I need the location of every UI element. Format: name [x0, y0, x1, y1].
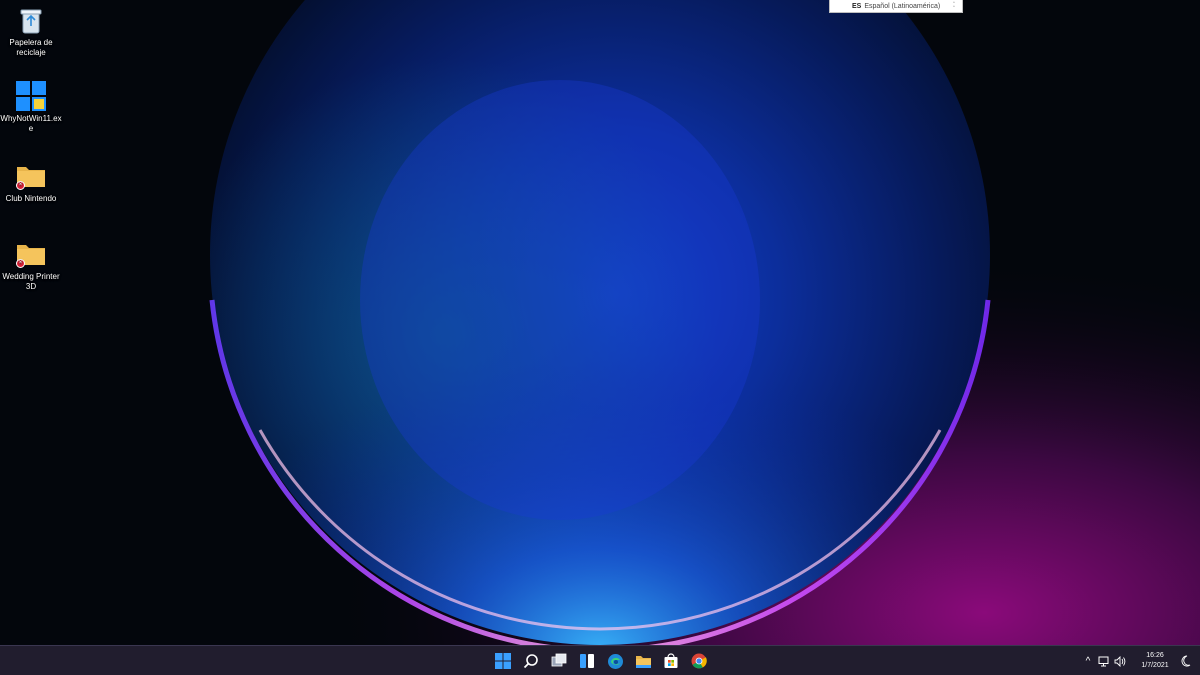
error-badge-icon: × — [16, 181, 25, 190]
clock-time: 16:26 — [1146, 652, 1164, 659]
volume-button[interactable] — [1113, 654, 1127, 668]
store-icon — [664, 653, 678, 668]
edge-button[interactable] — [604, 650, 626, 672]
language-name: Español (Latinoamérica) — [864, 2, 941, 10]
file-explorer-icon — [635, 655, 651, 668]
store-button[interactable] — [660, 650, 682, 672]
start-button[interactable] — [492, 650, 514, 672]
desktop-icon-label: Wedding Printer 3D — [2, 272, 60, 291]
task-view-button[interactable] — [548, 650, 570, 672]
folder-icon: × — [14, 160, 48, 192]
notifications-button[interactable] — [1178, 654, 1192, 668]
volume-icon — [1114, 655, 1126, 667]
recycle-bin-icon — [14, 4, 48, 36]
tray-overflow-button[interactable]: ^ — [1081, 654, 1095, 668]
language-bar[interactable]: ES Español (Latinoamérica) ▫ ▫ — [829, 0, 963, 13]
task-view-icon — [551, 653, 567, 667]
clock[interactable]: 16:26 1/7/2021 — [1134, 651, 1176, 671]
widgets-icon — [580, 654, 594, 668]
network-icon — [1098, 656, 1109, 666]
start-icon — [495, 653, 511, 669]
wallpaper — [0, 0, 1200, 645]
network-button[interactable] — [1097, 654, 1111, 668]
desktop-icon-label: Papelera de reciclaje — [9, 38, 53, 57]
chevron-up-icon: ^ — [1085, 655, 1091, 667]
folder-icon: × — [14, 238, 48, 270]
desktop-icon-recycle-bin[interactable]: Papelera de reciclaje — [0, 4, 62, 58]
clock-date: 1/7/2021 — [1141, 662, 1169, 669]
desktop-icon-wedding-printer[interactable]: × Wedding Printer 3D — [0, 238, 62, 292]
system-tray: ^ 16:26 1/7/2021 — [1080, 646, 1200, 675]
search-button[interactable] — [520, 650, 542, 672]
desktop-icon-whynotwin11[interactable]: WhyNotWin11.exe — [0, 80, 62, 134]
language-code: ES — [852, 2, 862, 10]
desktop: Papelera de reciclaje WhyNotWin11.exe × … — [0, 0, 1200, 675]
taskbar-apps — [492, 650, 710, 672]
desktop-icon-club-nintendo[interactable]: × Club Nintendo — [0, 160, 62, 204]
desktop-icon-label: Club Nintendo — [5, 194, 57, 203]
desktop-icon-label: WhyNotWin11.exe — [0, 114, 62, 133]
edge-icon — [607, 653, 623, 669]
file-explorer-button[interactable] — [632, 650, 654, 672]
chrome-button[interactable] — [688, 650, 710, 672]
chrome-icon — [691, 653, 707, 669]
restore-icon[interactable]: ▫ ▫ — [953, 1, 959, 10]
search-icon — [523, 654, 538, 669]
moon-icon — [1181, 655, 1190, 667]
windows-logo-icon — [14, 80, 48, 112]
taskbar: ^ 16:26 1/7/2021 — [0, 645, 1200, 675]
widgets-button[interactable] — [576, 650, 598, 672]
error-badge-icon: × — [16, 259, 25, 268]
